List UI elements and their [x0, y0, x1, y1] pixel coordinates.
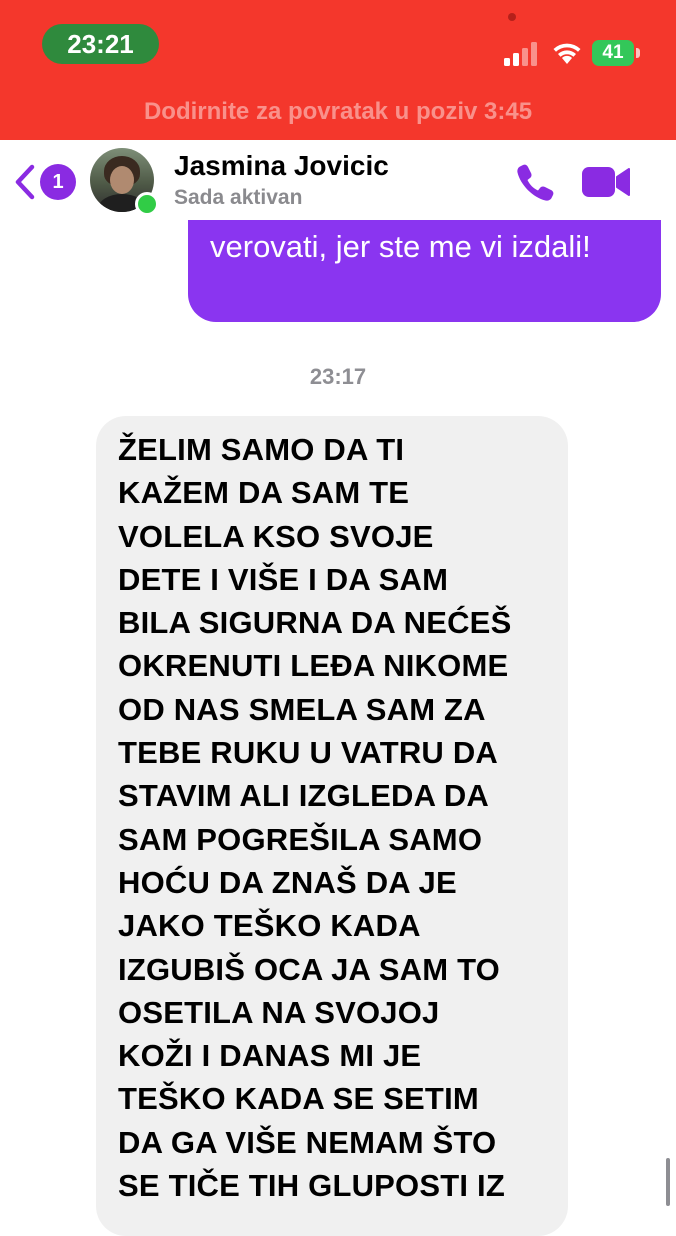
online-status-dot [135, 192, 159, 216]
chevron-left-icon [15, 164, 35, 200]
avatar-face [110, 166, 134, 194]
message-timestamp: 23:17 [309, 364, 367, 389]
return-to-call-banner[interactable]: Dodirnite za povratak u poziv 3:45 [0, 98, 676, 126]
call-time-pill[interactable]: 23:21 [42, 24, 159, 64]
incoming-message-text: ŽELIM SAMO DA TI KAŽEM DA SAM TE VOLELA … [118, 432, 512, 1204]
battery-tip [636, 48, 640, 58]
wifi-icon [553, 43, 581, 64]
phone-icon[interactable] [514, 160, 558, 204]
status-bar: 23:21 41 Dodirnite za povratak u poziv 3… [0, 0, 676, 140]
video-camera-icon[interactable] [580, 164, 632, 200]
back-button[interactable]: 1 [14, 162, 76, 202]
contact-name[interactable]: Jasmina Jovicic [174, 150, 389, 182]
incoming-message-bubble[interactable]: ŽELIM SAMO DA TI KAŽEM DA SAM TE VOLELA … [96, 416, 568, 1236]
unread-count-badge: 1 [40, 164, 76, 200]
outgoing-message-text: verovati, jer ste me vi izdali! [210, 229, 591, 264]
scrollbar[interactable] [666, 1158, 670, 1206]
contact-status: Sada aktivan [174, 186, 303, 209]
battery-icon: 41 [592, 40, 640, 66]
battery-level: 41 [592, 40, 634, 66]
chat-header: 1 Jasmina Jovicic Sada aktivan [0, 140, 676, 220]
camera-indicator [508, 13, 516, 21]
cellular-signal-icon [504, 42, 537, 66]
